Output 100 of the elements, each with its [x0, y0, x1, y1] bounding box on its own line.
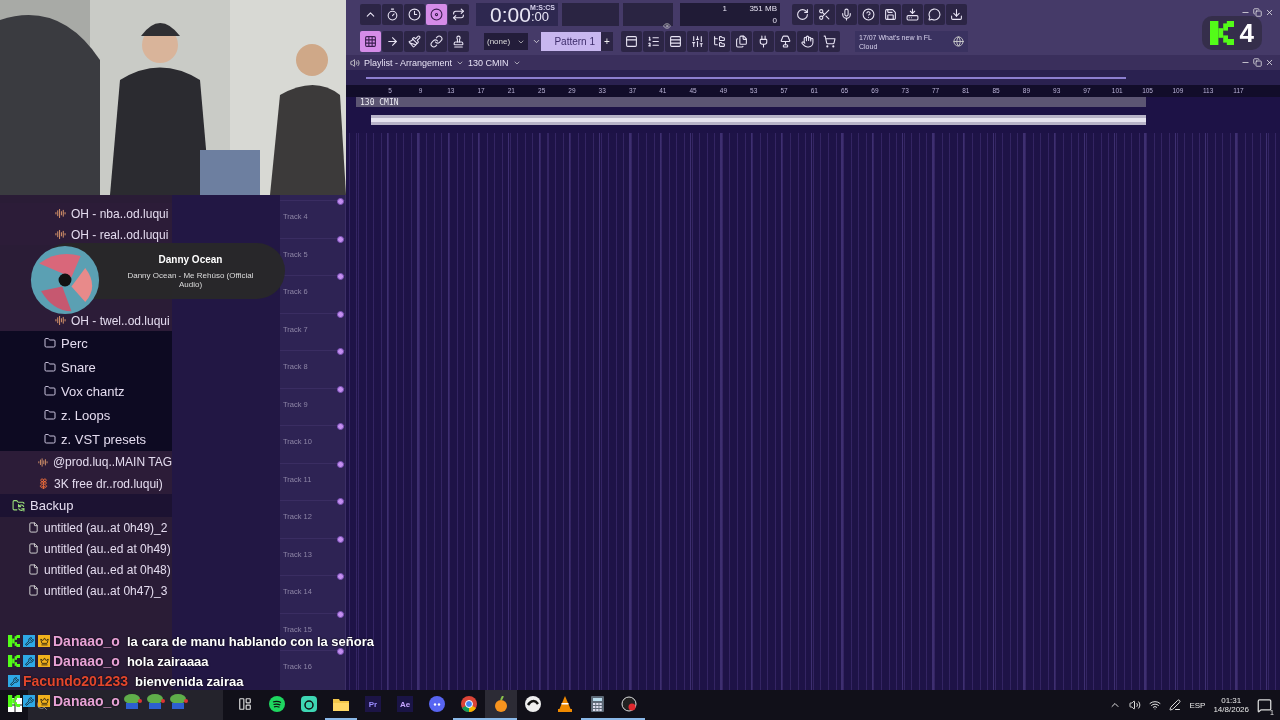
- browser-item[interactable]: Backup: [30, 498, 74, 513]
- toolbar-button[interactable]: [709, 31, 730, 52]
- browser-item[interactable]: OH - nba..od.luqui: [71, 206, 169, 221]
- browser-item[interactable]: Snare: [61, 359, 96, 375]
- toolbar-button[interactable]: [426, 31, 447, 52]
- toolbar-button[interactable]: [814, 4, 835, 25]
- language-indicator[interactable]: ESP: [1189, 700, 1206, 710]
- toolbar-button[interactable]: [382, 4, 403, 25]
- speaker-icon: [350, 57, 360, 68]
- browser-item[interactable]: Perc: [61, 335, 88, 351]
- stamp-icon: [452, 35, 465, 48]
- toolbar-button[interactable]: [753, 31, 774, 52]
- download-icon: [950, 8, 963, 21]
- restore-icon[interactable]: [1253, 8, 1262, 17]
- browser-item[interactable]: untitled (au..at 0h49)_2: [44, 520, 168, 535]
- toolbar-button[interactable]: [404, 31, 425, 52]
- folder-sync-icon: [12, 499, 25, 512]
- toolbar-button[interactable]: [836, 4, 857, 25]
- toolbar-button[interactable]: [448, 4, 469, 25]
- frog-emote-icon: [145, 693, 166, 709]
- toolbar-button[interactable]: [448, 31, 469, 52]
- taskbar-app[interactable]: Ae: [389, 690, 421, 720]
- track-dot: [337, 423, 344, 430]
- toolbar-button[interactable]: [643, 31, 664, 52]
- drive-icon: [906, 8, 919, 21]
- chrome-icon: [461, 696, 477, 712]
- toolbar-button[interactable]: [902, 4, 923, 25]
- memory-text: 351 MB: [748, 3, 778, 15]
- toolbar-button[interactable]: [731, 31, 752, 52]
- chat-username: Danaao_o: [53, 633, 120, 649]
- folder-icon: [44, 361, 56, 373]
- wifi-icon[interactable]: [1149, 699, 1162, 711]
- microphone-icon: [840, 8, 853, 21]
- chat-icon: [928, 8, 941, 21]
- brush-icon: [408, 35, 421, 48]
- toolbar-button[interactable]: [775, 31, 796, 52]
- snap-dropdown[interactable]: (none): [484, 33, 528, 50]
- chat-username: Danaao_o: [53, 653, 120, 669]
- notification-icon[interactable]: [1257, 697, 1272, 713]
- pattern-name[interactable]: 130 CMIN: [468, 57, 509, 68]
- toolbar-button[interactable]: [819, 31, 840, 52]
- toolbar-button[interactable]: [426, 4, 447, 25]
- toolbar-button[interactable]: [924, 4, 945, 25]
- speaker-icon[interactable]: [1129, 699, 1142, 711]
- toolbar-button[interactable]: [404, 4, 425, 25]
- folder-icon: [44, 409, 56, 421]
- chat-message: la cara de manu hablando con la señora: [126, 633, 374, 649]
- globe-icon: [953, 36, 964, 47]
- browser-item[interactable]: 3K free dr..rod.luqui): [54, 476, 163, 491]
- audio-clip[interactable]: [371, 115, 1146, 125]
- toolbar-button[interactable]: [687, 31, 708, 52]
- browser-item[interactable]: @prod.luq..MAIN TAG: [52, 455, 172, 469]
- record-app-icon: [621, 696, 637, 712]
- arrow-right-icon: [386, 35, 399, 48]
- chat-username: Danaao_o: [53, 693, 120, 709]
- album-disc-icon: [30, 245, 100, 315]
- folder-icon: [44, 337, 56, 349]
- toolbar-button[interactable]: [382, 31, 403, 52]
- taskbar-app[interactable]: Pr: [357, 690, 389, 720]
- restore-icon[interactable]: [1253, 58, 1262, 67]
- pattern-clip[interactable]: 130 CMIN: [356, 97, 1146, 107]
- fruit-icon: [494, 696, 508, 712]
- track-dot: [337, 310, 344, 318]
- taskbar-app[interactable]: [485, 690, 517, 720]
- track-dot: [337, 573, 344, 580]
- file-icon: [28, 522, 39, 533]
- disc-icon: [430, 8, 443, 21]
- toolbar-button[interactable]: [946, 4, 967, 25]
- clock[interactable]: 01:31 14/8/2026: [1213, 696, 1249, 714]
- toolbar-button[interactable]: [880, 4, 901, 25]
- add-pattern-button[interactable]: +: [601, 32, 613, 51]
- toolbar-button[interactable]: [621, 31, 642, 52]
- close-icon[interactable]: [1265, 58, 1274, 67]
- toolbar-button[interactable]: [360, 4, 381, 25]
- viewer-count: 4: [1239, 17, 1254, 49]
- toolbar-button[interactable]: [360, 31, 381, 52]
- toolbar-button[interactable]: [665, 31, 686, 52]
- files-icon: [735, 35, 748, 48]
- sliders-icon: [691, 35, 704, 48]
- browser-item[interactable]: OH - real..od.luqui: [71, 227, 169, 242]
- discord-icon: [429, 696, 445, 712]
- browser-item[interactable]: untitled (au..ed at 0h48): [44, 562, 171, 577]
- repeat-icon: [452, 8, 465, 21]
- close-icon[interactable]: [1265, 8, 1274, 17]
- browser-item[interactable]: z. Loops: [61, 407, 111, 423]
- track-dot: [337, 198, 344, 205]
- browser-item[interactable]: untitled (au..ed at 0h49): [44, 541, 171, 556]
- file-icon: [28, 585, 39, 596]
- app-icon: [525, 696, 541, 712]
- browser-item[interactable]: OH - twel..od.luqui: [71, 313, 170, 328]
- pen-icon[interactable]: [1169, 699, 1182, 711]
- browser-item[interactable]: untitled (au..at 0h47)_3: [44, 583, 168, 598]
- polyphony-text: 0: [771, 14, 778, 26]
- pattern-selector[interactable]: Pattern 1: [541, 32, 601, 51]
- toolbar-button[interactable]: [792, 4, 813, 25]
- waveform-icon: [55, 315, 66, 326]
- toolbar-button[interactable]: [797, 31, 818, 52]
- frog-emote-icon: [168, 693, 189, 709]
- waveform-icon: [38, 456, 48, 468]
- toolbar-button[interactable]: [858, 4, 879, 25]
